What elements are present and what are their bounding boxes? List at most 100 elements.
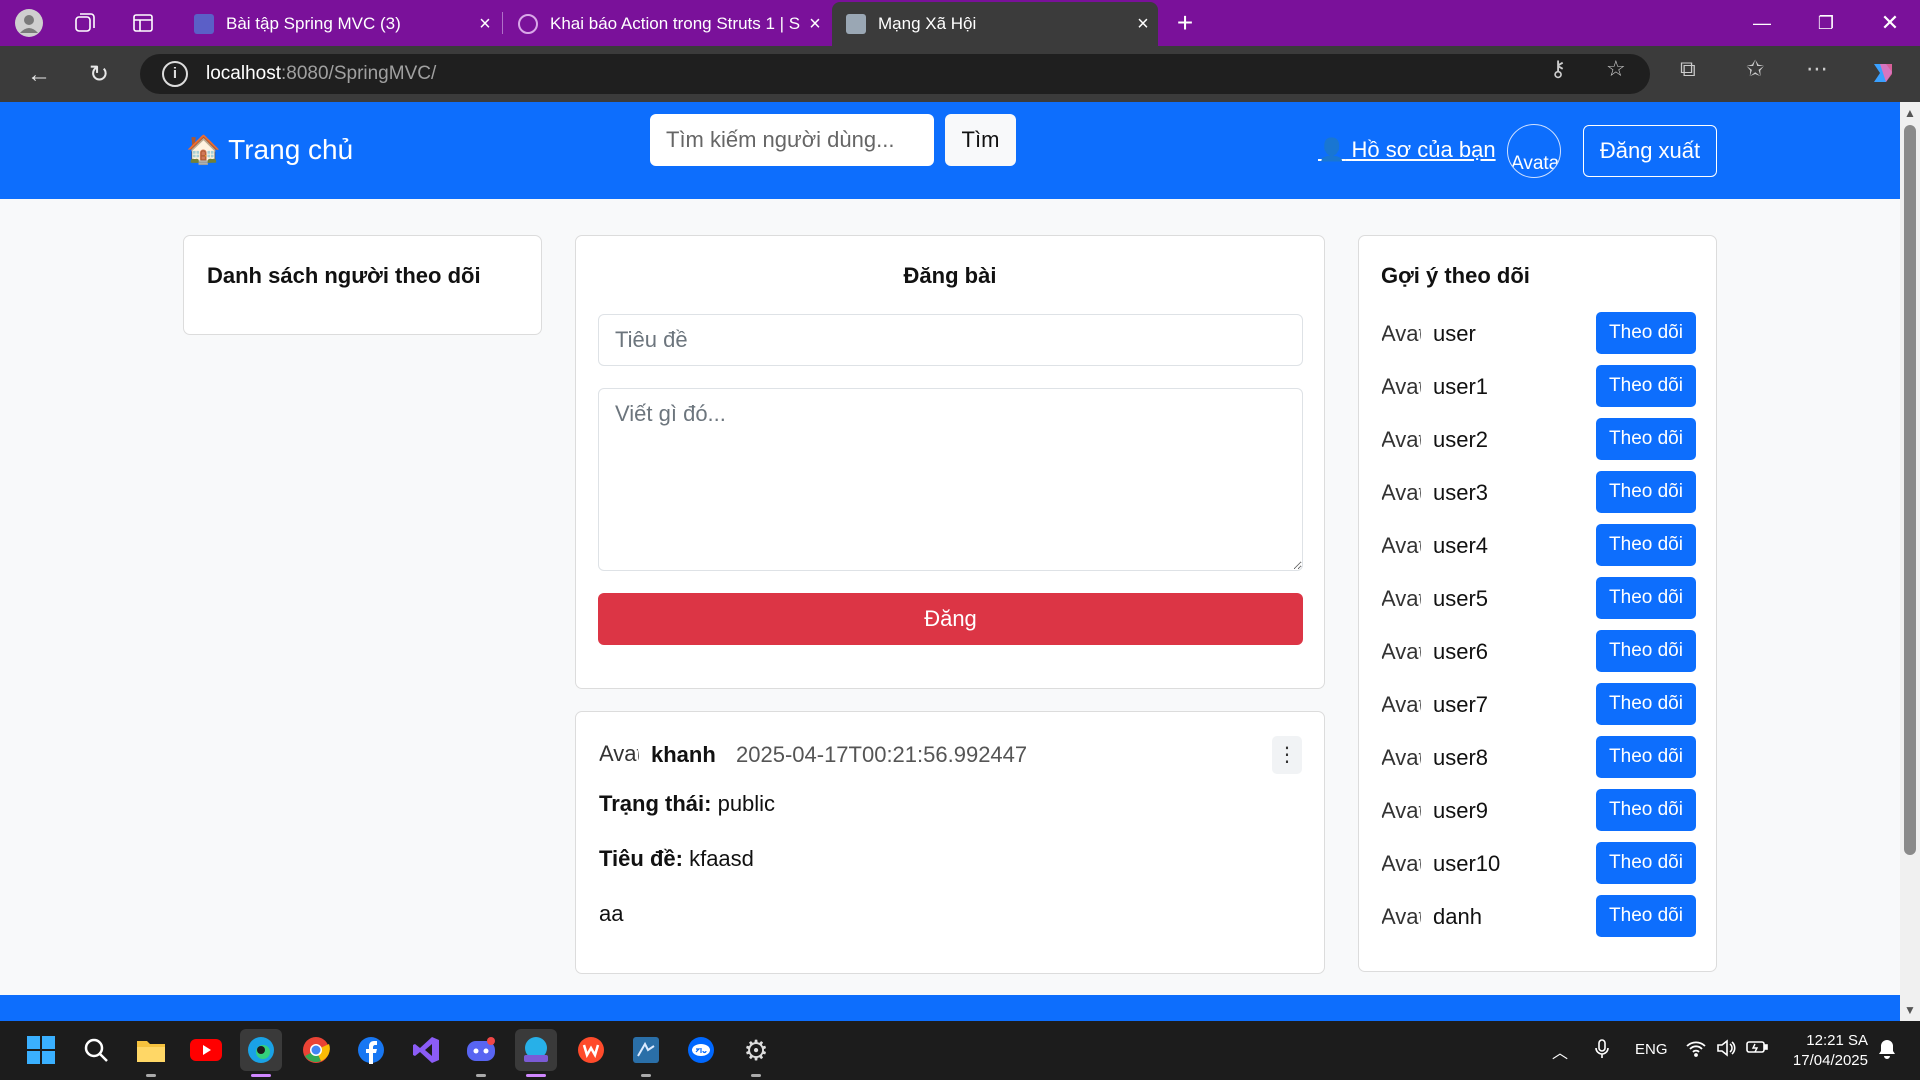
close-tab-icon[interactable]: ×	[470, 13, 500, 36]
zalo-icon[interactable]	[680, 1029, 722, 1071]
chrome-icon[interactable]	[295, 1029, 337, 1071]
suggestion-username[interactable]: user10	[1433, 851, 1500, 877]
suggestion-username[interactable]: user3	[1433, 480, 1488, 506]
follow-button[interactable]: Theo dõi	[1596, 630, 1696, 672]
refresh-icon[interactable]: ↻	[82, 58, 116, 92]
suggestion-username[interactable]: user6	[1433, 639, 1488, 665]
visual-studio-icon[interactable]	[405, 1029, 447, 1071]
follow-button[interactable]: Theo dõi	[1596, 312, 1696, 354]
system-clock[interactable]: 12:21 SA 17/04/2025	[1782, 1031, 1868, 1071]
profile-link[interactable]: 👤 Hồ sơ của bạn	[1318, 137, 1496, 163]
password-key-icon[interactable]: ⚷	[1550, 56, 1566, 82]
follow-button[interactable]: Theo dõi	[1596, 524, 1696, 566]
home-link-label: Trang chủ	[228, 134, 354, 165]
follow-button[interactable]: Theo dõi	[1596, 471, 1696, 513]
file-explorer-icon[interactable]	[130, 1029, 172, 1077]
scrollbar-thumb[interactable]	[1904, 125, 1916, 855]
edge-preview-icon[interactable]	[515, 1029, 557, 1077]
copilot-icon[interactable]	[1868, 58, 1898, 94]
user-search-input[interactable]	[650, 114, 934, 166]
facebook-icon[interactable]	[350, 1029, 392, 1071]
address-bar[interactable]: i localhost:8080/SpringMVC/	[140, 54, 1650, 94]
microphone-icon[interactable]	[1594, 1039, 1610, 1064]
post-title-input[interactable]	[598, 314, 1303, 366]
settings-gear-icon[interactable]: ⚙	[735, 1029, 777, 1077]
suggestion-username[interactable]: user4	[1433, 533, 1488, 559]
suggestions-title: Gợi ý theo dõi	[1381, 263, 1530, 288]
follow-button[interactable]: Theo dõi	[1596, 842, 1696, 884]
suggestion-username[interactable]: danh	[1433, 904, 1482, 930]
post-content-textarea[interactable]	[598, 388, 1303, 571]
wps-office-icon[interactable]	[570, 1029, 612, 1071]
suggestion-username[interactable]: user8	[1433, 745, 1488, 771]
suggestion-username[interactable]: user7	[1433, 692, 1488, 718]
close-tab-icon[interactable]: ×	[800, 13, 830, 36]
scroll-down-icon[interactable]: ▼	[1902, 1003, 1918, 1017]
follow-button[interactable]: Theo dõi	[1596, 418, 1696, 460]
site-info-icon[interactable]: i	[162, 61, 188, 87]
suggestion-username[interactable]: user1	[1433, 374, 1488, 400]
close-tab-icon[interactable]: ×	[1128, 13, 1158, 36]
profile-link-label: Hồ sơ của bạn	[1351, 137, 1496, 162]
follow-button[interactable]: Theo dõi	[1596, 577, 1696, 619]
wifi-icon[interactable]	[1686, 1039, 1706, 1062]
restore-icon[interactable]: ❐	[1806, 8, 1846, 38]
suggestion-row: Avatar user9 Theo dõi	[1381, 789, 1696, 833]
post-submit-button[interactable]: Đăng	[598, 593, 1303, 645]
netbeans-icon[interactable]	[625, 1029, 667, 1077]
show-hidden-icons-icon[interactable]: ︿	[1552, 1039, 1568, 1063]
battery-icon[interactable]	[1746, 1039, 1768, 1060]
search-icon[interactable]	[75, 1029, 117, 1071]
suggestion-row: Avatar user3 Theo dõi	[1381, 471, 1696, 515]
tab-spring-mvc[interactable]: Bài tập Spring MVC (3) ×	[180, 2, 500, 46]
suggestion-username[interactable]: user2	[1433, 427, 1488, 453]
tab-struts[interactable]: Khai báo Action trong Struts 1 | Sl ×	[504, 2, 830, 46]
suggestion-avatar: Avatar	[1381, 639, 1421, 664]
follow-button[interactable]: Theo dõi	[1596, 789, 1696, 831]
suggestion-username[interactable]: user	[1433, 321, 1476, 347]
post-composer-card: Đăng bài Đăng	[575, 235, 1325, 689]
clock-time: 12:21 SA	[1806, 1032, 1868, 1049]
post-author[interactable]: khanh	[651, 742, 716, 768]
tab-actions-icon[interactable]	[128, 8, 158, 38]
new-tab-icon[interactable]: +	[1170, 7, 1200, 38]
follow-button[interactable]: Theo dõi	[1596, 736, 1696, 778]
suggestion-row: Avatar user8 Theo dõi	[1381, 736, 1696, 780]
volume-icon[interactable]	[1716, 1039, 1736, 1062]
follow-button[interactable]: Theo dõi	[1596, 365, 1696, 407]
profile-icon[interactable]	[14, 8, 44, 38]
suggestion-username[interactable]: user9	[1433, 798, 1488, 824]
edge-browser-icon[interactable]	[240, 1029, 282, 1077]
post-content: aa	[599, 901, 624, 926]
workspaces-icon[interactable]	[70, 8, 100, 38]
logout-button[interactable]: Đăng xuất	[1583, 125, 1717, 177]
suggestion-username[interactable]: user5	[1433, 586, 1488, 612]
post-options-icon[interactable]: ⋮	[1272, 736, 1302, 774]
youtube-icon[interactable]	[185, 1029, 227, 1071]
favorites-icon[interactable]: ✩	[1746, 56, 1764, 82]
scroll-up-icon[interactable]: ▲	[1902, 106, 1918, 120]
notification-bell-icon[interactable]	[1878, 1039, 1896, 1064]
tab-mang-xa-hoi[interactable]: Mạng Xã Hội ×	[832, 2, 1158, 46]
user-icon: 👤	[1318, 137, 1346, 162]
post-title-value: kfaasd	[689, 846, 754, 871]
running-indicator	[146, 1074, 156, 1077]
follow-button[interactable]: Theo dõi	[1596, 895, 1696, 937]
input-language[interactable]: ENG	[1635, 1041, 1668, 1058]
follow-button[interactable]: Theo dõi	[1596, 683, 1696, 725]
windows-start-icon[interactable]	[20, 1029, 62, 1071]
more-menu-icon[interactable]: ⋯	[1806, 56, 1828, 82]
discord-icon[interactable]	[460, 1029, 502, 1077]
search-button[interactable]: Tìm	[945, 114, 1016, 166]
suggestion-avatar: Avatar	[1381, 904, 1421, 929]
back-icon[interactable]: ←	[22, 58, 56, 92]
home-link[interactable]: 🏠 Trang chủ	[186, 133, 353, 166]
suggestion-row: Avatar user2 Theo dõi	[1381, 418, 1696, 462]
suggestion-avatar: Avatar	[1381, 692, 1421, 717]
suggestion-avatar: Avatar	[1381, 321, 1421, 346]
extensions-icon[interactable]: ⧉	[1680, 56, 1696, 82]
avatar[interactable]: Avatar	[1507, 124, 1561, 178]
favorite-star-icon[interactable]: ☆	[1606, 56, 1626, 82]
minimize-icon[interactable]: —	[1742, 8, 1782, 38]
close-window-icon[interactable]: ✕	[1870, 8, 1910, 38]
